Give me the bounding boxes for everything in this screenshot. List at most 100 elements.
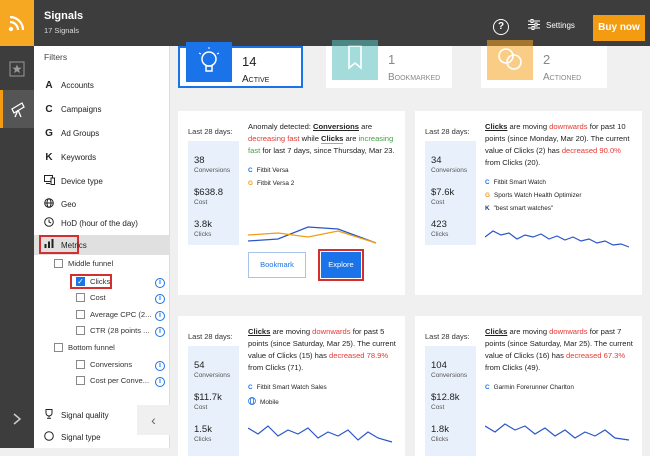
middle-funnel-checkbox[interactable] — [54, 259, 63, 268]
desc-text: from Clicks (49). — [485, 363, 541, 372]
globe-icon — [44, 198, 54, 211]
help-icon[interactable]: ? — [493, 19, 509, 35]
trophy-icon — [44, 409, 54, 422]
filter-label: HoD (hour of the day) — [61, 219, 138, 228]
info-icon[interactable]: i — [155, 278, 165, 288]
trend-chart — [248, 226, 377, 244]
period-label: Last 28 days: — [188, 332, 233, 341]
bottom-funnel-group[interactable]: Bottom funnel — [54, 343, 115, 352]
metric-cost-per-conversion[interactable]: Cost per Conve... — [76, 376, 149, 385]
desc-text: Anomaly detected: — [248, 122, 314, 131]
metric-link[interactable]: Clicks — [321, 134, 344, 144]
middle-funnel-group[interactable]: Middle funnel — [54, 259, 113, 268]
bar-chart-icon — [44, 239, 54, 251]
bottom-funnel-checkbox[interactable] — [54, 343, 63, 352]
telescope-icon[interactable] — [0, 90, 34, 128]
filter-device-type[interactable]: Device type — [44, 175, 103, 188]
settings-button[interactable]: Settings — [528, 19, 575, 32]
info-icon[interactable]: i — [155, 377, 165, 387]
collapse-sidebar-button[interactable]: ‹ — [137, 405, 170, 435]
kpi-label: Cost — [194, 404, 208, 411]
metric-link[interactable]: Conversions — [313, 122, 359, 131]
change-text: decreased 67.3% — [566, 351, 626, 360]
filter-metrics[interactable]: Metrics — [44, 239, 87, 251]
info-icon[interactable]: i — [155, 294, 165, 304]
accounts-icon: A — [45, 80, 53, 91]
source-adgroup: G Fitbit Versa 2 — [248, 180, 294, 187]
kpi-value: 104 — [431, 360, 447, 371]
rss-logo-icon[interactable] — [0, 0, 34, 46]
kpi-value: 54 — [194, 360, 205, 371]
metric-link[interactable]: Clicks — [485, 327, 507, 336]
kpi-panel: 34 Conversions $7.6k Cost 423 Clicks — [425, 141, 476, 245]
cost-checkbox[interactable] — [76, 293, 85, 302]
metric-average-cpc[interactable]: Average CPC (2... — [76, 310, 151, 319]
filter-label: Metrics — [61, 240, 87, 250]
kpi-value: $638.8 — [194, 187, 224, 198]
signal-description: Clicks are moving downwards for past 5 p… — [248, 326, 398, 374]
ctr-checkbox[interactable] — [76, 326, 85, 335]
filter-signal-type[interactable]: Signal type — [44, 431, 101, 444]
filter-keywords[interactable]: K Keywords — [44, 152, 96, 163]
adgroup-icon: G — [485, 192, 490, 199]
metric-conversions[interactable]: Conversions — [76, 360, 132, 369]
desc-text: while — [299, 134, 322, 143]
source-label: Fitbit Versa 2 — [256, 180, 295, 187]
actioned-icon — [487, 40, 533, 80]
desc-text: are moving — [270, 327, 313, 336]
source-campaign: C Garmin Forerunner Charlton — [485, 384, 574, 391]
clicks-checkbox[interactable]: ✓ — [76, 277, 85, 286]
stat-bookmarked[interactable]: 1 Bookmarked — [326, 40, 452, 88]
info-icon[interactable]: i — [155, 311, 165, 321]
filter-hod[interactable]: HoD (hour of the day) — [44, 217, 138, 230]
stat-count: 1 — [388, 52, 396, 67]
stat-actioned[interactable]: 2 Actioned — [481, 40, 607, 88]
signal-description: Clicks are moving downwards for past 10 … — [485, 121, 635, 169]
metric-label: Conversions — [90, 360, 133, 369]
kpi-label: Cost — [431, 199, 445, 206]
metric-ctr[interactable]: CTR (28 points ... — [76, 326, 150, 335]
filter-label: Campaigns — [61, 105, 102, 114]
kpi-value: 423 — [431, 219, 447, 230]
buy-now-button[interactable]: Buy now — [593, 15, 645, 41]
filter-geo[interactable]: Geo — [44, 198, 76, 211]
source-label: Fitbit Smart Watch — [493, 179, 546, 186]
filter-signal-quality[interactable]: Signal quality — [44, 409, 109, 422]
filter-accounts[interactable]: A Accounts — [44, 80, 94, 91]
filters-heading: Filters — [44, 52, 68, 62]
kpi-label: Conversions — [431, 372, 468, 379]
metric-label: Cost per Conve... — [90, 376, 150, 385]
campaign-icon: C — [485, 179, 490, 186]
icon-rail — [0, 46, 34, 448]
explore-button[interactable]: Explore — [321, 252, 361, 278]
expand-chevron-icon[interactable] — [0, 400, 34, 438]
star-icon[interactable] — [0, 50, 34, 88]
metric-link[interactable]: Clicks — [248, 327, 270, 336]
conversions-checkbox[interactable] — [76, 360, 85, 369]
source-label: Garmin Forerunner Charlton — [493, 384, 574, 391]
filter-label: Geo — [61, 200, 77, 209]
metric-clicks[interactable]: ✓ Clicks — [76, 277, 110, 286]
signal-description: Anomaly detected: Conversions are decrea… — [248, 121, 398, 157]
trend-text: downwards — [549, 327, 588, 336]
filter-ad-groups[interactable]: G Ad Groups — [44, 128, 99, 139]
group-label: Bottom funnel — [68, 343, 115, 352]
bookmark-button[interactable]: Bookmark — [248, 252, 306, 278]
desc-text: for last 7 days, since Thursday, Mar 23. — [260, 146, 395, 155]
kpi-value: 38 — [194, 155, 205, 166]
campaign-icon: C — [485, 384, 490, 391]
info-icon[interactable]: i — [155, 361, 165, 371]
kpi-value: $7.6k — [431, 187, 455, 198]
filter-campaigns[interactable]: C Campaigns — [44, 104, 101, 115]
kpi-label: Cost — [194, 199, 208, 206]
source-keyword: K "best smart watches" — [485, 205, 553, 212]
kpi-label: Clicks — [431, 231, 449, 238]
metric-label: Cost — [90, 293, 106, 302]
metric-link[interactable]: Clicks — [485, 122, 507, 131]
info-icon[interactable]: i — [155, 327, 165, 337]
stat-active[interactable]: 14 Active — [178, 42, 303, 88]
average-cpc-checkbox[interactable] — [76, 310, 85, 319]
kpi-panel: 104 Conversions $12.8k Cost 1.8k Clicks — [425, 346, 476, 456]
metric-cost[interactable]: Cost — [76, 293, 106, 302]
cost-per-conversion-checkbox[interactable] — [76, 376, 85, 385]
